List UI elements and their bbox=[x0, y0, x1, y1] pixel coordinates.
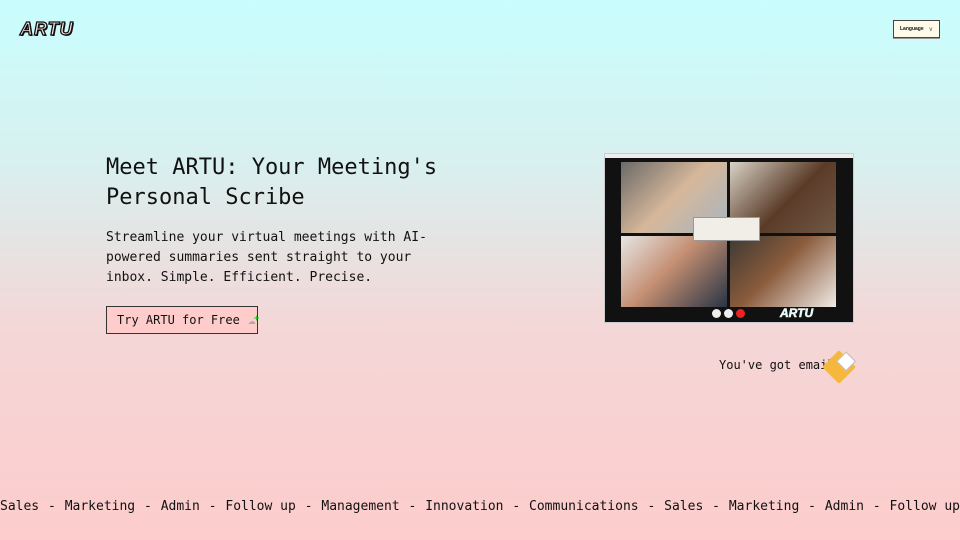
participant-tile bbox=[730, 236, 836, 307]
marquee-separator: - bbox=[304, 499, 313, 514]
hangup-icon bbox=[736, 309, 745, 318]
hero-subtitle: Streamline your virtual meetings with AI… bbox=[106, 230, 427, 285]
language-label: Language bbox=[900, 26, 924, 32]
language-select[interactable]: Language ∨ bbox=[893, 20, 940, 38]
marquee-separator: - bbox=[208, 499, 217, 514]
topics-marquee: Sales - Marketing - Admin - Follow up - Manageme… bbox=[0, 499, 960, 514]
email-label: You've got email bbox=[719, 358, 835, 372]
marquee-separator: - bbox=[808, 499, 816, 514]
marquee-item: Follow up bbox=[889, 499, 960, 514]
marquee-separator: - bbox=[144, 499, 152, 514]
chevron-down-icon: ∨ bbox=[928, 26, 934, 33]
marquee-item: Follow up bbox=[225, 499, 296, 514]
window-bar bbox=[605, 154, 853, 158]
page-title: Meet ARTU: Your Meeting's Personal Scrib… bbox=[106, 155, 438, 210]
artu-logo[interactable]: ARTU bbox=[19, 18, 74, 40]
marquee-separator: - bbox=[647, 499, 656, 514]
marquee-item: Sales bbox=[0, 499, 40, 514]
marquee-separator: - bbox=[512, 499, 521, 514]
marquee-separator: - bbox=[48, 499, 56, 514]
marquee-item: Management bbox=[321, 499, 400, 514]
marquee-item: Marketing bbox=[728, 499, 800, 514]
camera-icon bbox=[724, 309, 733, 318]
marquee-item: Communications bbox=[529, 499, 639, 514]
try-free-label: Try ARTU for Free bbox=[117, 313, 240, 327]
marquee-item: Admin bbox=[824, 499, 864, 514]
envelope-icon bbox=[822, 350, 856, 384]
preview-logo: ARTU bbox=[780, 306, 814, 321]
marquee-item: Marketing bbox=[64, 499, 136, 514]
marquee-separator: - bbox=[408, 499, 417, 514]
marquee-separator: - bbox=[712, 499, 720, 514]
video-call-preview: ARTU bbox=[604, 153, 854, 323]
cloud-upload-icon: ☁ + bbox=[247, 312, 260, 328]
marquee-item: Admin bbox=[160, 499, 200, 514]
marquee-item: Sales bbox=[664, 499, 704, 514]
marquee-item: Innovation bbox=[425, 499, 504, 514]
recorder-widget bbox=[693, 217, 760, 241]
marquee-separator: - bbox=[872, 499, 881, 514]
participant-tile bbox=[621, 236, 727, 307]
mic-icon bbox=[712, 309, 721, 318]
try-free-button[interactable]: Try ARTU for Free ☁ + bbox=[106, 306, 260, 334]
